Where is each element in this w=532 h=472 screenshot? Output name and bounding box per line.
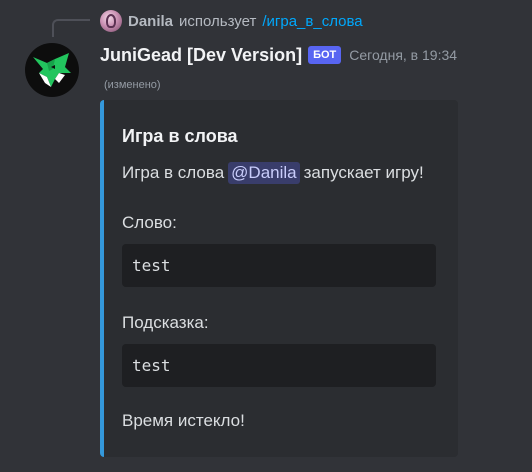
message-header: JuniGead [Dev Version] БОТ Сегодня, в 19…: [100, 42, 457, 68]
message-timestamp[interactable]: Сегодня, в 19:34: [349, 47, 457, 63]
user-mention[interactable]: @Danila: [228, 162, 300, 184]
reply-connector-line: [52, 19, 90, 37]
embed-card: Игра в слова Игра в слова @Danila запуск…: [100, 100, 458, 457]
bot-avatar[interactable]: [25, 43, 79, 97]
bot-badge: БОТ: [308, 46, 342, 64]
field-word-label: Слово:: [122, 213, 177, 232]
reply-command-link[interactable]: /игра_в_слова: [262, 13, 362, 30]
edited-label: (изменено): [104, 79, 161, 91]
embed-description-prefix: Игра в слова: [122, 163, 225, 182]
reply-action-text: использует: [179, 12, 257, 30]
green-fox-logo-icon: [33, 53, 71, 87]
reply-user-avatar-icon[interactable]: [100, 10, 122, 32]
reply-username[interactable]: Danila: [128, 13, 173, 30]
field-hint-code: test: [132, 356, 171, 375]
field-word-code: test: [132, 256, 171, 275]
embed-status-text: Время истекло!: [122, 411, 245, 430]
field-hint-value: test: [122, 344, 436, 387]
reply-context[interactable]: Danila использует /игра_в_слова: [100, 10, 363, 32]
field-hint-label: Подсказка:: [122, 313, 209, 332]
bot-username[interactable]: JuniGead [Dev Version]: [100, 45, 302, 66]
embed-title: Игра в слова: [122, 126, 238, 146]
embed-description-suffix: запускает игру!: [303, 163, 424, 182]
field-word-value: test: [122, 244, 436, 287]
chat-message: Danila использует /игра_в_слова JuniGead…: [0, 0, 532, 472]
embed-description: Игра в слова @Danila запускает игру!: [122, 162, 424, 184]
